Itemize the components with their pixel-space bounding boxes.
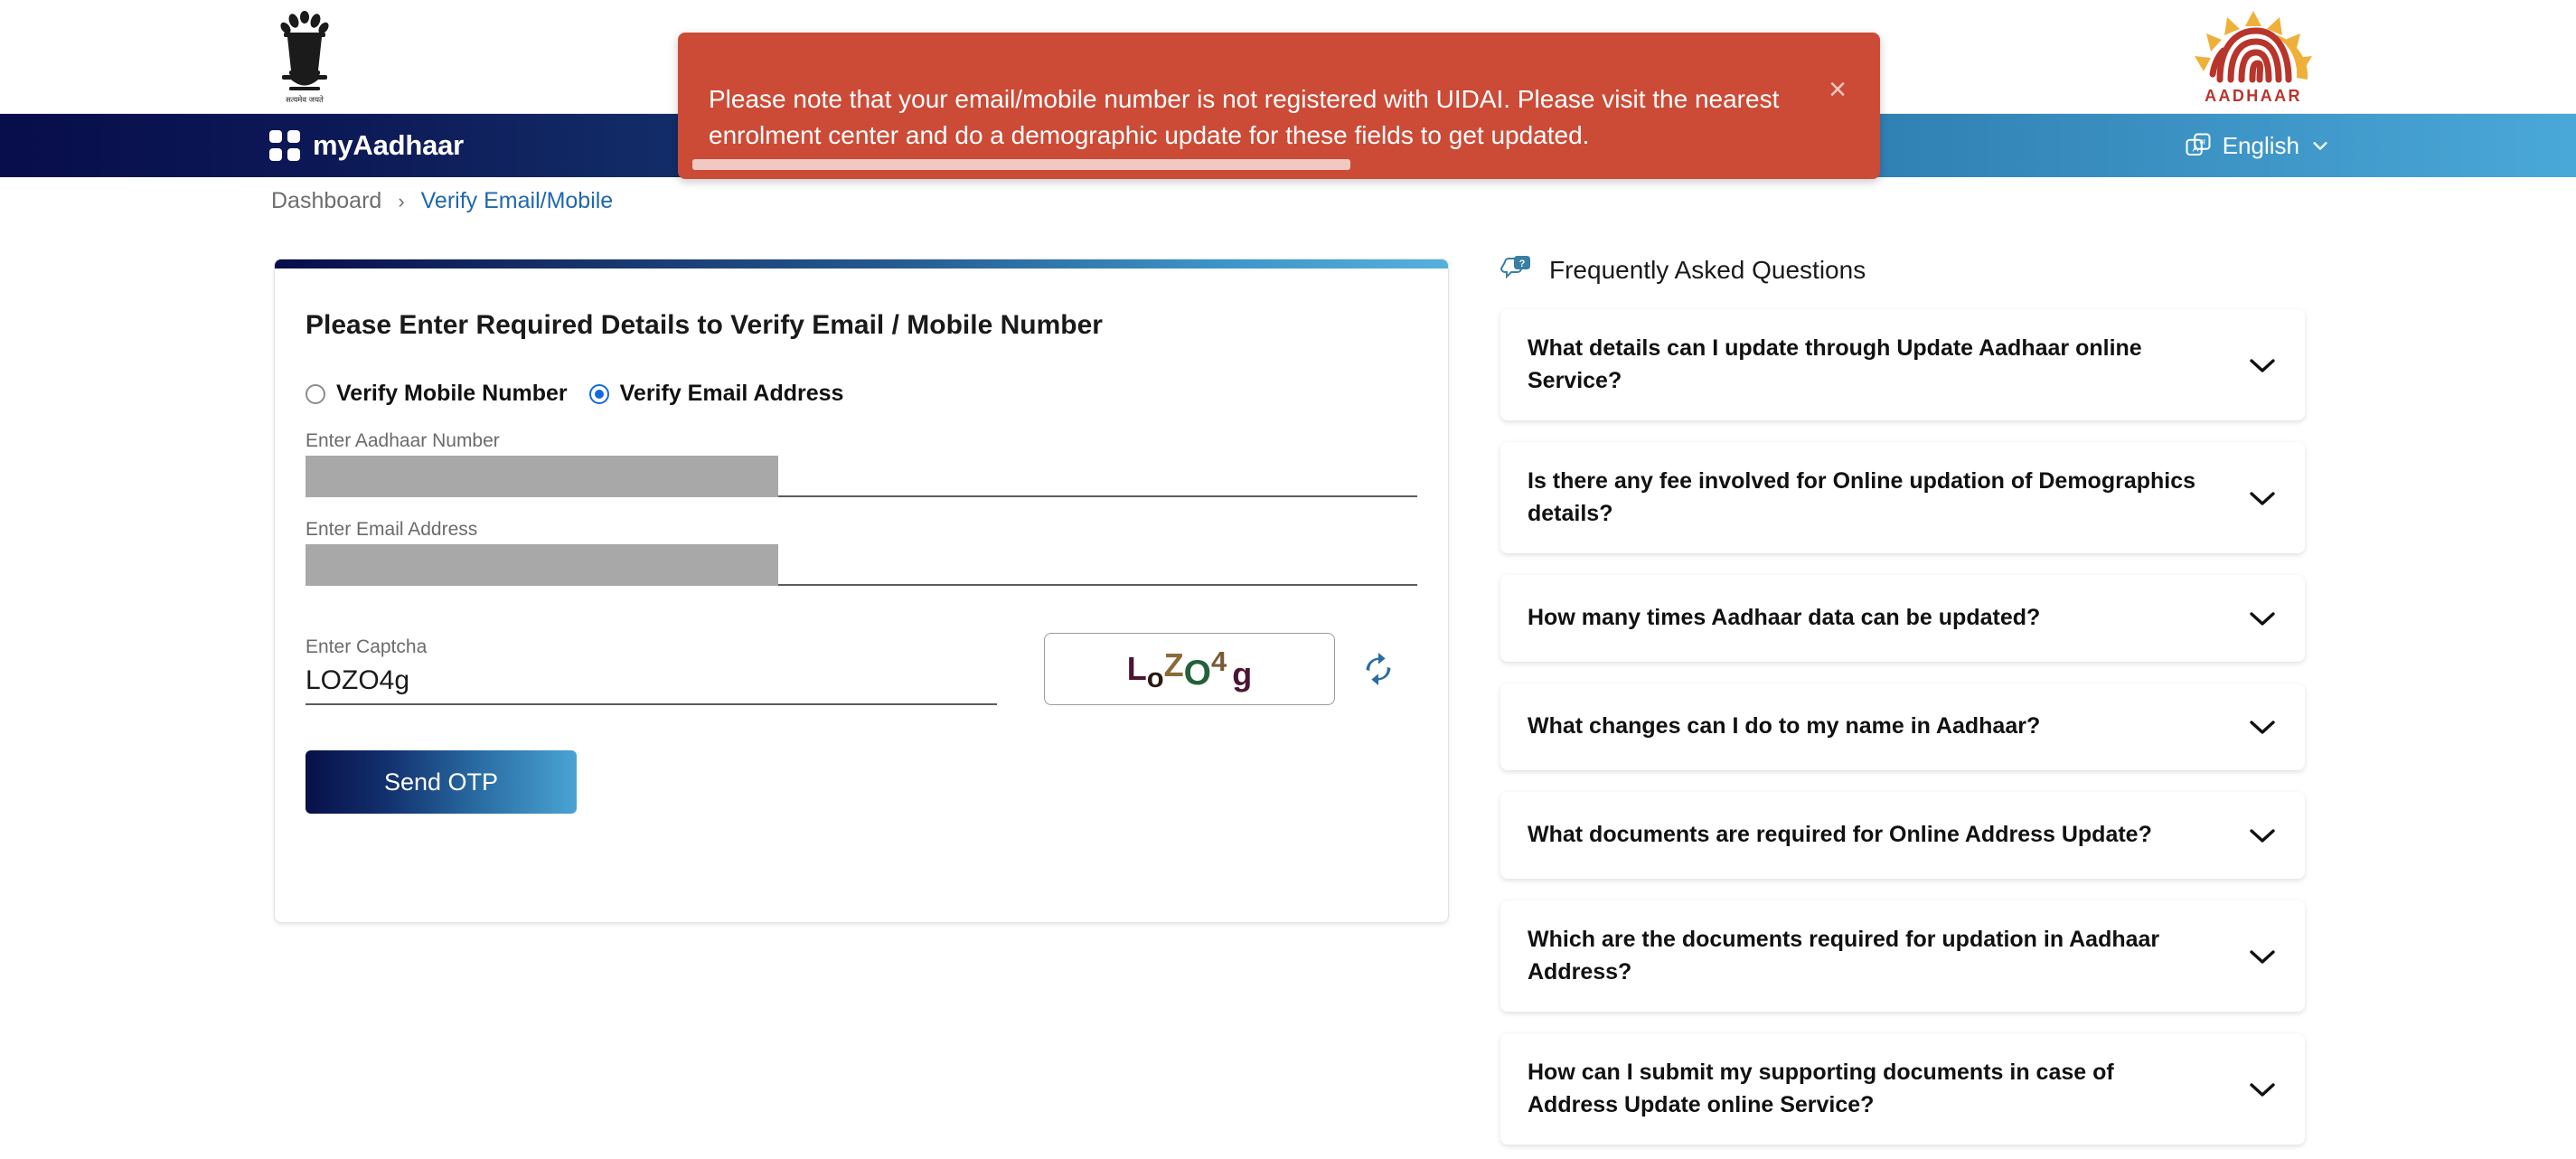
aadhaar-number-label: Enter Aadhaar Number xyxy=(306,430,500,451)
faq-item[interactable]: What changes can I do to my name in Aadh… xyxy=(1500,683,2305,770)
email-address-redaction xyxy=(306,544,778,586)
translate-icon: A अ xyxy=(2186,133,2211,155)
faq-title: Frequently Asked Questions xyxy=(1549,256,1866,284)
email-address-label: Enter Email Address xyxy=(306,519,478,540)
language-label: English xyxy=(2222,131,2299,159)
svg-text:?: ? xyxy=(1519,259,1526,269)
close-icon[interactable]: × xyxy=(1822,74,1853,107)
breadcrumb-dashboard[interactable]: Dashboard xyxy=(271,188,381,214)
chevron-down-icon[interactable] xyxy=(2247,1079,2278,1099)
verify-mode-radio-group: Verify Mobile Number Verify Email Addres… xyxy=(306,381,1417,407)
chevron-down-icon xyxy=(2313,142,2327,150)
brand-myaadhaar[interactable]: myAadhaar xyxy=(269,129,464,162)
faq-question: Which are the documents required for upd… xyxy=(1528,927,2160,985)
captcha-label: Enter Captcha xyxy=(306,636,428,657)
breadcrumb: Dashboard › Verify Email/Mobile xyxy=(271,188,613,214)
refresh-icon[interactable] xyxy=(1360,651,1396,687)
aadhaar-logo-text: AADHAAR xyxy=(2205,87,2302,105)
language-selector[interactable]: A अ English xyxy=(2185,132,2330,160)
aadhaar-number-field: Enter Aadhaar Number xyxy=(306,430,1417,497)
faq-item[interactable]: How can I submit my supporting documents… xyxy=(1500,1033,2305,1145)
four-square-grid-icon xyxy=(269,130,300,161)
faq-item[interactable]: What documents are required for Online A… xyxy=(1500,792,2305,879)
chevron-down-icon[interactable] xyxy=(2247,717,2278,737)
aadhaar-logo: AADHAAR xyxy=(2176,7,2330,107)
faq-item[interactable]: Which are the documents required for upd… xyxy=(1500,900,2305,1012)
card-body: Please Enter Required Details to Verify … xyxy=(275,269,1448,814)
breadcrumb-separator: › xyxy=(398,189,405,212)
brand-label: myAadhaar xyxy=(313,129,465,161)
faq-question: Is there any fee involved for Online upd… xyxy=(1528,468,2196,526)
toast-message: Please note that your email/mobile numbe… xyxy=(709,85,1780,149)
faq-item[interactable]: Is there any fee involved for Online upd… xyxy=(1500,442,2305,553)
captcha-row: Enter Captcha LOZO4g L o Z O 4 g xyxy=(306,633,1417,705)
captcha-char-1: L xyxy=(1126,650,1147,687)
chevron-down-icon[interactable] xyxy=(2247,355,2278,375)
breadcrumb-current[interactable]: Verify Email/Mobile xyxy=(421,188,614,214)
card-accent-bar xyxy=(275,259,1448,269)
faq-item[interactable]: What details can I update through Update… xyxy=(1500,309,2305,420)
aadhaar-number-redaction xyxy=(306,456,778,497)
send-otp-button[interactable]: Send OTP xyxy=(306,750,577,814)
chat-question-icon: ? xyxy=(1500,256,1530,279)
captcha-char-3: Z xyxy=(1163,646,1184,683)
toast-progress-fill xyxy=(692,159,1350,170)
faq-header: ? Frequently Asked Questions xyxy=(1500,255,2305,286)
email-address-field: Enter Email Address xyxy=(306,519,1417,586)
chevron-down-icon[interactable] xyxy=(2247,608,2278,628)
faq-item[interactable]: How many times Aadhaar data can be updat… xyxy=(1500,575,2305,662)
page-root: सत्यमेव जयते AADHAAR myAadhaar A अ Engli… xyxy=(0,0,2576,1159)
toast-progress-track xyxy=(692,159,1867,170)
page-title: Please Enter Required Details to Verify … xyxy=(306,310,1103,340)
radio-email-indicator[interactable] xyxy=(588,383,609,404)
faq-question: What changes can I do to my name in Aadh… xyxy=(1528,713,2041,740)
captcha-char-4: O xyxy=(1183,653,1212,693)
faq-question: How can I submit my supporting documents… xyxy=(1528,1060,2114,1117)
captcha-input[interactable]: LOZO4g xyxy=(306,665,997,705)
faq-question: What documents are required for Online A… xyxy=(1528,822,2152,848)
aadhaar-number-input[interactable] xyxy=(306,456,1417,497)
chevron-down-icon[interactable] xyxy=(2247,488,2278,508)
captcha-char-5: 4 xyxy=(1211,645,1227,677)
toast-notification: Please note that your email/mobile numbe… xyxy=(678,33,1880,179)
radio-verify-email[interactable]: Verify Email Address xyxy=(588,381,844,407)
radio-verify-mobile[interactable]: Verify Mobile Number xyxy=(306,381,568,407)
india-state-emblem-icon: सत्यमेव जयते xyxy=(271,7,338,108)
faq-question: How many times Aadhaar data can be updat… xyxy=(1528,605,2041,631)
email-address-input[interactable] xyxy=(306,544,1417,586)
svg-text:A: A xyxy=(2192,144,2198,154)
captcha-char-2: o xyxy=(1146,661,1164,693)
radio-mobile-indicator[interactable] xyxy=(306,383,325,404)
captcha-field: Enter Captcha LOZO4g xyxy=(306,636,997,705)
verify-form-card: Please Enter Required Details to Verify … xyxy=(274,259,1449,923)
faq-section: ? Frequently Asked Questions What detail… xyxy=(1500,255,2305,1159)
faq-question: What details can I update through Update… xyxy=(1528,335,2142,393)
captcha-char-6: g xyxy=(1232,655,1253,693)
svg-text:अ: अ xyxy=(2199,138,2205,147)
chevron-down-icon[interactable] xyxy=(2247,825,2278,845)
radio-mobile-label: Verify Mobile Number xyxy=(336,381,568,406)
chevron-down-icon[interactable] xyxy=(2247,947,2278,966)
captcha-image: L o Z O 4 g xyxy=(1044,633,1335,705)
svg-text:सत्यमेव जयते: सत्यमेव जयते xyxy=(286,95,324,105)
radio-email-label: Verify Email Address xyxy=(619,381,844,406)
